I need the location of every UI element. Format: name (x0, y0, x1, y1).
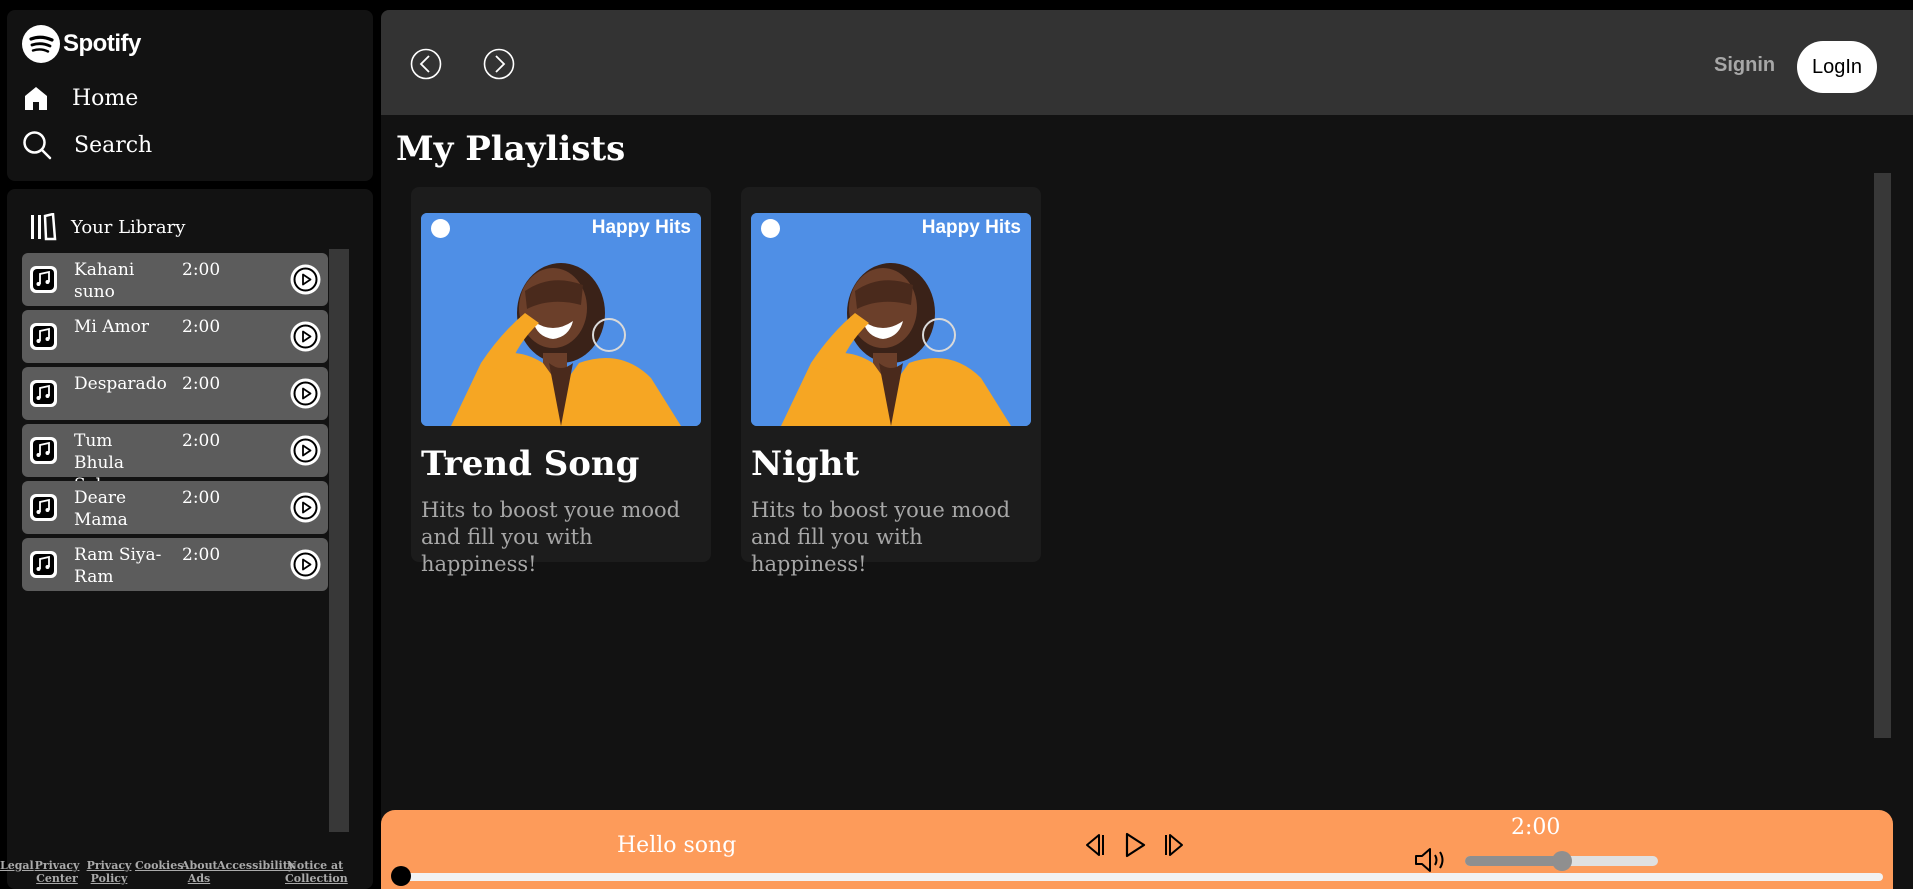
music-note-icon (30, 494, 57, 521)
login-button[interactable]: LogIn (1797, 41, 1877, 93)
music-note-icon (30, 323, 57, 350)
spotify-logo[interactable]: Spotify (22, 25, 141, 63)
library-scrollbar[interactable] (329, 249, 349, 832)
footer-link-cookies[interactable]: Cookies (135, 859, 183, 885)
spotify-small-icon (761, 219, 780, 238)
song-list: Kahani suno 2:00 Mi Amor 2:00 Desparado … (22, 253, 328, 595)
nav-home-label: Home (72, 85, 139, 111)
previous-icon[interactable] (1078, 830, 1108, 860)
song-item[interactable]: Desparado 2:00 (22, 367, 328, 420)
playlist-title: Night (751, 444, 860, 484)
song-name: Ram Siya-Ram (74, 545, 162, 587)
footer-link-accessibility[interactable]: Accessibility (217, 859, 294, 885)
footer-link-legal[interactable]: Legal (0, 859, 34, 885)
song-duration: 2:00 (182, 431, 221, 451)
cover-image (751, 213, 1031, 426)
footer-links: Legal Privacy Center Privacy Policy Cook… (0, 859, 366, 885)
play-icon[interactable] (289, 263, 322, 296)
footer-link-about-ads[interactable]: About Ads (181, 859, 218, 885)
volume-icon[interactable] (1413, 845, 1449, 875)
library-header[interactable]: Your Library (29, 213, 185, 241)
next-icon[interactable] (1161, 830, 1191, 860)
play-pause-icon[interactable] (1119, 830, 1149, 860)
volume-slider[interactable] (1465, 851, 1658, 871)
seek-bar[interactable] (399, 873, 1883, 881)
music-note-icon (30, 437, 57, 464)
play-icon[interactable] (289, 320, 322, 353)
music-note-icon (30, 551, 57, 578)
brand-name: Spotify (63, 30, 141, 57)
library-title: Your Library (71, 216, 186, 238)
library-icon (31, 213, 57, 241)
music-note-icon (30, 266, 57, 293)
cover-image (421, 213, 701, 426)
forward-arrow-icon[interactable] (483, 48, 515, 80)
section-title: My Playlists (396, 129, 626, 169)
playlist-cover: Happy Hits (421, 213, 701, 426)
spotify-icon (22, 25, 60, 63)
playlist-card[interactable]: Happy Hits Night Hits to boost youe mood… (741, 187, 1041, 576)
top-bar: Signin LogIn (381, 10, 1913, 115)
cover-text: Happy Hits (921, 217, 1021, 238)
song-duration: 2:00 (182, 374, 221, 394)
song-duration: 2:00 (182, 260, 221, 280)
song-duration: 2:00 (182, 488, 221, 508)
play-icon[interactable] (289, 377, 322, 410)
playlist-card[interactable]: Happy Hits Trend Song Hits to boost youe… (411, 187, 711, 576)
cover-text: Happy Hits (591, 217, 691, 238)
now-playing-title: Hello song (617, 833, 737, 858)
volume-fill (1465, 856, 1562, 866)
song-item[interactable]: Mi Amor 2:00 (22, 310, 328, 363)
song-item[interactable]: Ram Siya-Ram 2:00 (22, 538, 328, 591)
search-icon (23, 131, 52, 160)
signin-link[interactable]: Signin (1714, 54, 1775, 77)
playlist-cover: Happy Hits (751, 213, 1031, 426)
volume-thumb[interactable] (1551, 851, 1572, 871)
song-name: Kahani suno (74, 260, 135, 302)
song-name: Deare Mama (74, 488, 128, 530)
track-time: 2:00 (1511, 815, 1561, 840)
home-icon (25, 87, 47, 110)
spotify-small-icon (431, 219, 450, 238)
play-icon[interactable] (289, 548, 322, 581)
library-panel: Your Library Kahani suno 2:00 Mi Amor 2:… (7, 189, 373, 889)
playlist-description: Hits to boost youe mood and fill you wit… (421, 498, 681, 576)
playlist-description: Hits to boost youe mood and fill you wit… (751, 498, 1011, 576)
footer-link-notice-at-collection[interactable]: Notice at Collection (285, 859, 348, 885)
seek-thumb[interactable] (391, 866, 411, 886)
back-arrow-icon[interactable] (410, 48, 442, 80)
main-scrollbar[interactable] (1874, 173, 1891, 738)
song-name: Mi Amor (74, 317, 150, 337)
song-item[interactable]: Deare Mama 2:00 (22, 481, 328, 534)
song-duration: 2:00 (182, 317, 221, 337)
song-duration: 2:00 (182, 545, 221, 565)
playlist-title: Trend Song (421, 444, 640, 484)
main-panel: Signin LogIn My Playlists Happy Hits Tre… (381, 10, 1913, 889)
song-item[interactable]: Kahani suno 2:00 (22, 253, 328, 306)
play-icon[interactable] (289, 491, 322, 524)
footer-link-privacy-policy[interactable]: Privacy Policy (83, 859, 135, 885)
music-note-icon (30, 380, 57, 407)
play-icon[interactable] (289, 434, 322, 467)
song-item[interactable]: Tum Bhula Sako 2:00 (22, 424, 328, 495)
player-bar: Hello song 2:00 (381, 810, 1893, 889)
song-name: Desparado (74, 374, 167, 394)
nav-search[interactable]: Search (22, 130, 152, 160)
nav-search-label: Search (74, 132, 153, 158)
nav-home[interactable]: Home (22, 84, 138, 112)
footer-link-privacy-center[interactable]: Privacy Center (31, 859, 83, 885)
left-nav-panel: Spotify Home Search (7, 10, 373, 181)
